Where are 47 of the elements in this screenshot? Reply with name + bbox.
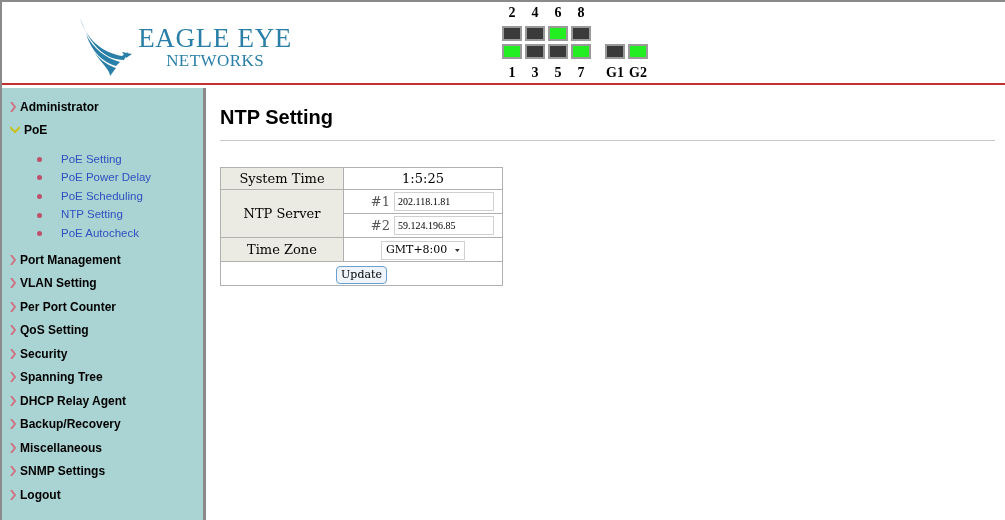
field-label: NTP Server — [220, 189, 344, 238]
logo-subtitle: NETWORKS — [166, 51, 264, 69]
bullet-icon — [37, 194, 42, 199]
sidebar-item[interactable]: SNMP Settings — [20, 462, 106, 481]
sidebar-item[interactable]: Security — [20, 344, 68, 363]
server-index: #1 — [370, 192, 390, 211]
sidebar-item[interactable]: Port Management — [20, 250, 121, 269]
ntp-server-input[interactable]: 59.124.196.85 — [394, 216, 494, 235]
sidebar-item[interactable]: QoS Setting — [20, 321, 89, 340]
sidebar-item[interactable]: Per Port Counter — [20, 297, 116, 316]
sidebar-subitem[interactable]: PoE Power Delay — [61, 169, 152, 187]
port-number: 4 — [531, 4, 539, 22]
ntp-server-input[interactable]: 202.118.1.81 — [394, 192, 494, 211]
sidebar-item[interactable]: Backup/Recovery — [20, 415, 121, 434]
sidebar-item[interactable]: DHCP Relay Agent — [20, 391, 127, 410]
port-number: 8 — [577, 4, 585, 22]
port-number: 6 — [554, 4, 562, 22]
server-index: #2 — [370, 216, 390, 235]
sidebar-item[interactable]: Administrator — [20, 97, 99, 116]
sidebar-item[interactable]: PoE — [24, 121, 48, 140]
system-time-value: 1:5:25 — [343, 167, 503, 190]
sidebar-item[interactable]: VLAN Setting — [20, 274, 97, 293]
bullet-icon — [37, 212, 42, 218]
port-number: 5 — [554, 64, 562, 82]
sidebar-item[interactable]: Spanning Tree — [20, 368, 103, 387]
bullet-icon — [37, 156, 42, 162]
sidebar-subitem[interactable]: PoE Setting — [61, 150, 122, 168]
port-number: 7 — [577, 64, 585, 82]
port-number: 3 — [531, 64, 539, 82]
bullet-icon — [37, 231, 42, 237]
page-title: NTP Setting — [220, 102, 995, 141]
update-button[interactable]: Update — [336, 265, 387, 284]
sidebar-subitem[interactable]: PoE Autocheck — [61, 225, 139, 243]
sidebar-item[interactable]: Miscellaneous — [20, 438, 103, 457]
port-number: 1 — [508, 64, 516, 82]
field-label: System Time — [220, 167, 344, 190]
time-zone-select[interactable]: GMT+8:00 — [381, 240, 465, 260]
sidebar-subitem[interactable]: PoE Scheduling — [61, 187, 143, 206]
logo-title: EAGLE EYE — [138, 24, 292, 52]
port-number: G1 — [606, 64, 624, 82]
bullet-icon — [37, 175, 42, 181]
port-number: 2 — [508, 4, 516, 22]
sidebar-item[interactable]: Logout — [20, 485, 61, 504]
port-number: G2 — [629, 64, 647, 82]
sidebar-subitem[interactable]: NTP Setting — [61, 206, 123, 224]
field-label: Time Zone — [220, 237, 344, 262]
dropdown-arrow-icon — [455, 247, 460, 253]
